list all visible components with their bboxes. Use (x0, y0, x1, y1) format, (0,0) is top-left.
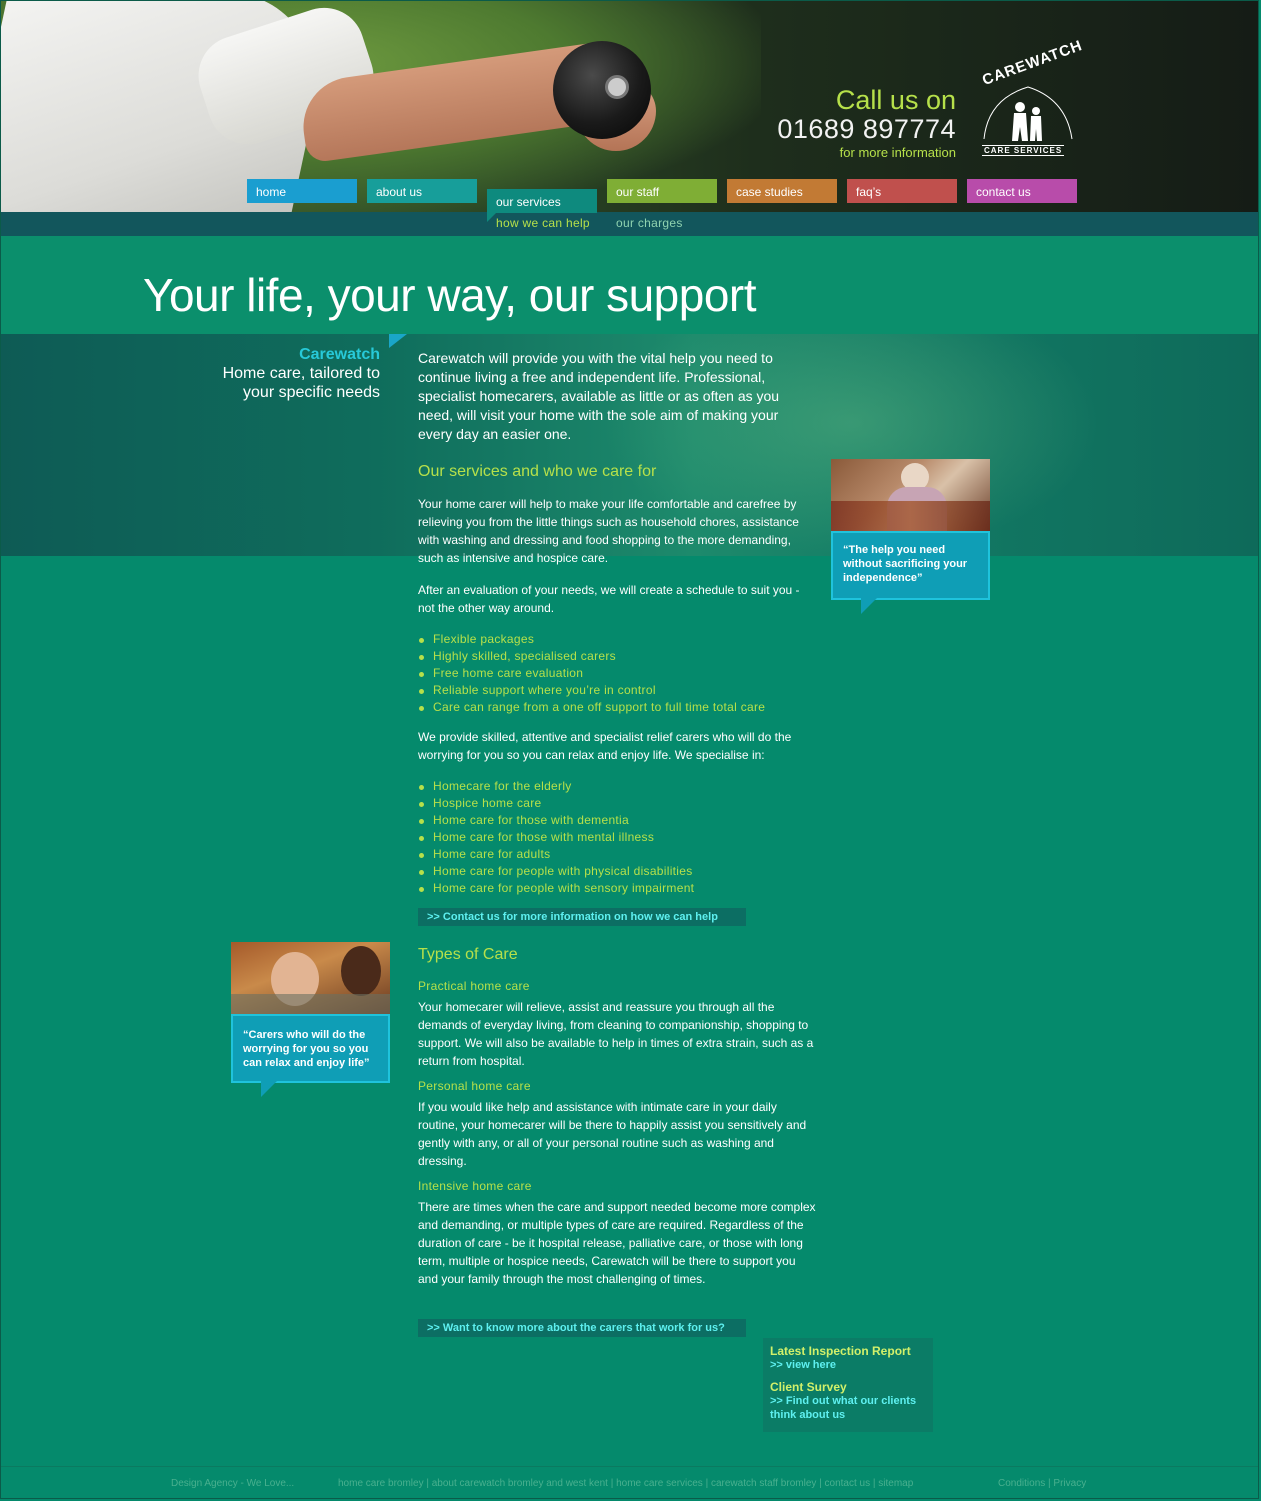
bowls-ball-image (553, 41, 651, 139)
page-title: Your life, your way, our support (143, 269, 757, 321)
footer-legal-links[interactable]: Conditions | Privacy (998, 1478, 1086, 1489)
subnav-our-charges[interactable]: our charges (616, 216, 683, 230)
types-heading: Types of Care (418, 946, 518, 963)
services-heading: Our services and who we care for (418, 463, 657, 480)
list-item: Home care for people with physical disab… (418, 863, 818, 880)
nav-our-services[interactable]: our services (487, 189, 597, 213)
intro-paragraph: Carewatch will provide you with the vita… (418, 350, 780, 442)
practical-care-text: Your homecarer will relieve, assist and … (418, 1000, 814, 1068)
tagline: Carewatch Home care, tailored to your sp… (223, 346, 380, 402)
nav-our-staff[interactable]: our staff (607, 179, 717, 203)
phone-number[interactable]: 01689 897774 (777, 115, 956, 143)
client-survey-heading: Client Survey (770, 1380, 847, 1394)
logo-subtext: CARE SERVICES (982, 145, 1065, 156)
list-item: Hospice home care (418, 795, 818, 812)
tagline-line2: your specific needs (243, 384, 380, 401)
list-item: Home care for people with sensory impair… (418, 880, 818, 897)
nav-home[interactable]: home (247, 179, 357, 203)
quote-carers: “Carers who will do the worrying for you… (231, 1014, 390, 1097)
nav-about-us[interactable]: about us (367, 179, 477, 203)
subnav-how-we-can-help[interactable]: how we can help (496, 216, 590, 230)
tagline-brand: Carewatch (299, 346, 380, 363)
quote-tail (261, 1081, 277, 1097)
list-item: Care can range from a one off support to… (418, 699, 818, 716)
intensive-care-text: There are times when the care and suppor… (418, 1200, 816, 1286)
carers-cta-link[interactable]: >> Want to know more about the carers th… (418, 1319, 746, 1337)
features-list: Flexible packages Highly skilled, specia… (418, 631, 818, 716)
list-item: Home care for those with dementia (418, 812, 818, 829)
footer: Design Agency - We Love... home care bro… (1, 1466, 1259, 1500)
nav-contact-us[interactable]: contact us (967, 179, 1077, 203)
inspection-report-heading: Latest Inspection Report (770, 1344, 911, 1358)
list-item: Homecare for the elderly (418, 778, 818, 795)
elderly-woman-photo (831, 459, 990, 531)
tagline-line1: Home care, tailored to (222, 365, 380, 382)
more-info-label: for more information (839, 145, 956, 160)
services-paragraph-3: We provide skilled, attentive and specia… (418, 730, 792, 762)
personal-care-text: If you would like help and assistance wi… (418, 1100, 807, 1168)
list-item: Flexible packages (418, 631, 818, 648)
list-item: Reliable support where you’re in control (418, 682, 818, 699)
quote-text: “The help you need without sacrificing y… (843, 544, 968, 584)
list-item: Highly skilled, specialised carers (418, 648, 818, 665)
carewatch-logo[interactable]: CAREWATCH CARE SERVICES (978, 37, 1085, 159)
services-paragraph-1: Your home carer will help to make your l… (418, 497, 799, 565)
call-us-block: Call us on 01689 897774 for more informa… (777, 85, 956, 160)
list-item: Home care for adults (418, 846, 818, 863)
specialisms-list: Homecare for the elderly Hospice home ca… (418, 778, 818, 897)
call-us-label: Call us on (835, 85, 956, 115)
quote-independence: “The help you need without sacrificing y… (831, 531, 990, 614)
quote-text: “Carers who will do the worrying for you… (243, 1029, 370, 1069)
footer-links[interactable]: home care bromley | about carewatch brom… (338, 1478, 913, 1489)
nav-faqs[interactable]: faq’s (847, 179, 957, 203)
footer-agency-link[interactable]: Design Agency - We Love... (171, 1478, 294, 1489)
services-paragraph-2: After an evaluation of your needs, we wi… (418, 583, 800, 615)
info-sidebox: Latest Inspection Report >> view here Cl… (763, 1338, 933, 1432)
corner-accent (389, 334, 407, 348)
intensive-care-heading: Intensive home care (418, 1179, 532, 1193)
personal-care-heading: Personal home care (418, 1079, 531, 1093)
client-survey-link-line2[interactable]: think about us (770, 1408, 926, 1422)
list-item: Home care for those with mental illness (418, 829, 818, 846)
nav-case-studies[interactable]: case studies (727, 179, 837, 203)
carers-smiling-photo (231, 942, 390, 1014)
client-survey-link-line1[interactable]: >> Find out what our clients (770, 1394, 926, 1408)
inspection-report-link[interactable]: >> view here (770, 1358, 926, 1372)
list-item: Free home care evaluation (418, 665, 818, 682)
practical-care-heading: Practical home care (418, 979, 530, 993)
contact-cta-link[interactable]: >> Contact us for more information on ho… (418, 908, 746, 926)
quote-tail (861, 598, 877, 614)
